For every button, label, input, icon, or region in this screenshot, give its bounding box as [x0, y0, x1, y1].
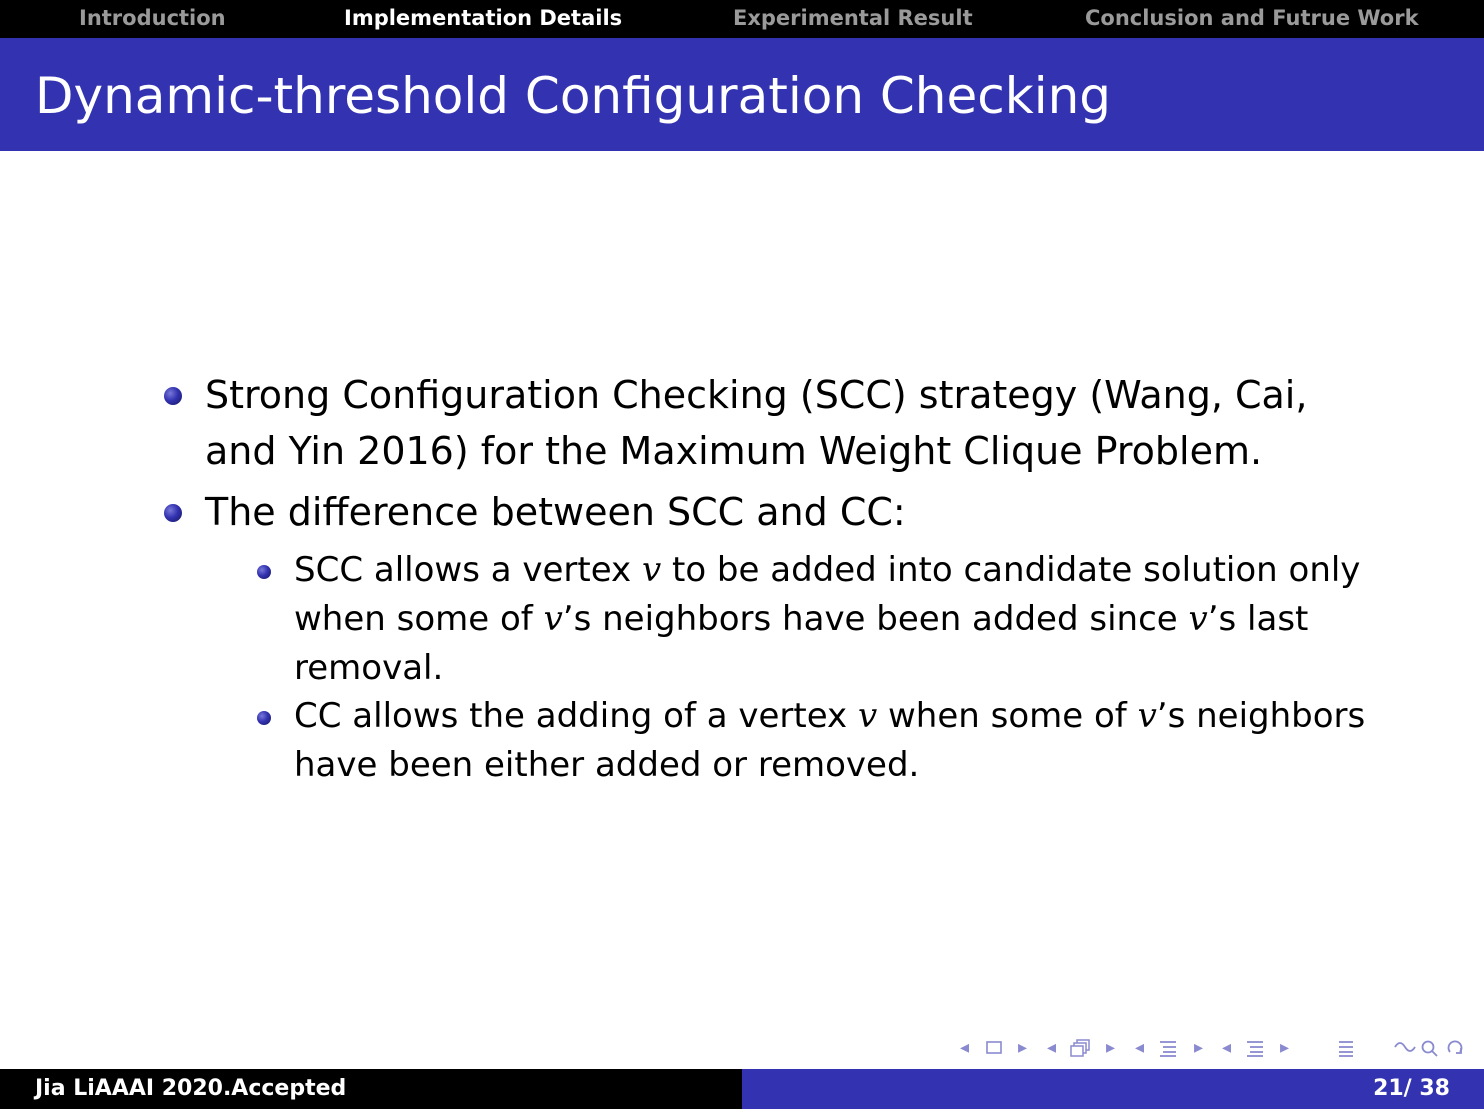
- prev-subsection-icon[interactable]: ◂: [1047, 1036, 1056, 1060]
- navigation-symbols: ◂ ▸ ◂ ▸ ◂ ▸ ◂ ▸: [958, 1036, 1474, 1060]
- bullet-icon: [164, 387, 182, 405]
- math-variable: v: [641, 550, 662, 590]
- bullet-item: The difference between SCC and CC:: [164, 484, 1375, 540]
- sub-bullet-item: CC allows the adding of a vertex v when …: [257, 692, 1384, 790]
- next-subsection-icon[interactable]: ▸: [1106, 1036, 1115, 1060]
- slide: Introduction Implementation Details Expe…: [0, 0, 1484, 1109]
- nav-item-implementation-details[interactable]: Implementation Details: [344, 5, 622, 31]
- footer-left: Jia LiAAAI 2020.Accepted: [0, 1069, 742, 1109]
- next-document-icon[interactable]: ▸: [1280, 1036, 1289, 1060]
- math-variable: v: [1137, 696, 1157, 736]
- page-number: 21/ 38: [1373, 1076, 1450, 1101]
- next-section-icon[interactable]: ▸: [1194, 1036, 1203, 1060]
- slide-content: Strong Configuration Checking (SCC) stra…: [0, 151, 1484, 1069]
- sub-bullet-icon: [257, 711, 271, 725]
- footer-right: 21/ 38: [742, 1069, 1484, 1109]
- sub-bullet-text-line: CC allows the adding of a vertex v when …: [294, 696, 1366, 736]
- footer-author: Jia LiAAAI 2020.Accepted: [35, 1076, 347, 1101]
- next-frame-icon[interactable]: ▸: [1018, 1036, 1027, 1060]
- nav-item-conclusion[interactable]: Conclusion and Futrue Work: [1085, 5, 1419, 31]
- sub-bullet-text-line: SCC allows a vertex v to be added into c…: [294, 550, 1361, 590]
- sub-bullet-text-line: when some of v’s neighbors have been add…: [294, 599, 1309, 639]
- bullet-text-line: The difference between SCC and CC:: [205, 490, 906, 534]
- prev-frame-icon[interactable]: ◂: [960, 1036, 969, 1060]
- bullet-icon: [164, 504, 182, 522]
- title-bar: Dynamic-threshold Configuration Checking: [0, 38, 1484, 151]
- section-navigation-bar: Introduction Implementation Details Expe…: [0, 0, 1484, 38]
- sub-bullet-text-line: have been either added or removed.: [294, 745, 920, 785]
- slide-title: Dynamic-threshold Configuration Checking: [35, 67, 1112, 125]
- nav-item-experimental-result[interactable]: Experimental Result: [733, 5, 973, 31]
- math-variable: v: [1188, 599, 1208, 639]
- prev-document-icon[interactable]: ◂: [1222, 1036, 1231, 1060]
- sub-bullet-text-line: removal.: [294, 648, 444, 688]
- math-variable: v: [857, 696, 878, 736]
- appendix-nav-icon[interactable]: [1336, 1039, 1358, 1057]
- nav-item-introduction[interactable]: Introduction: [79, 5, 226, 31]
- search-icon[interactable]: [1392, 1038, 1472, 1058]
- section-nav-icon[interactable]: [1158, 1039, 1180, 1057]
- bullet-text-line: and Yin 2016) for the Maximum Weight Cli…: [205, 429, 1263, 473]
- bullet-text-line: Strong Configuration Checking (SCC) stra…: [205, 373, 1308, 417]
- subsection-nav-icon[interactable]: [1070, 1039, 1092, 1057]
- prev-section-icon[interactable]: ◂: [1135, 1036, 1144, 1060]
- sub-bullet-item: SCC allows a vertex v to be added into c…: [257, 546, 1384, 693]
- frame-nav-icon[interactable]: [986, 1041, 1002, 1055]
- math-variable: v: [543, 599, 563, 639]
- bullet-item: Strong Configuration Checking (SCC) stra…: [164, 367, 1375, 479]
- sub-bullet-icon: [257, 565, 271, 579]
- document-nav-icon[interactable]: [1245, 1039, 1267, 1057]
